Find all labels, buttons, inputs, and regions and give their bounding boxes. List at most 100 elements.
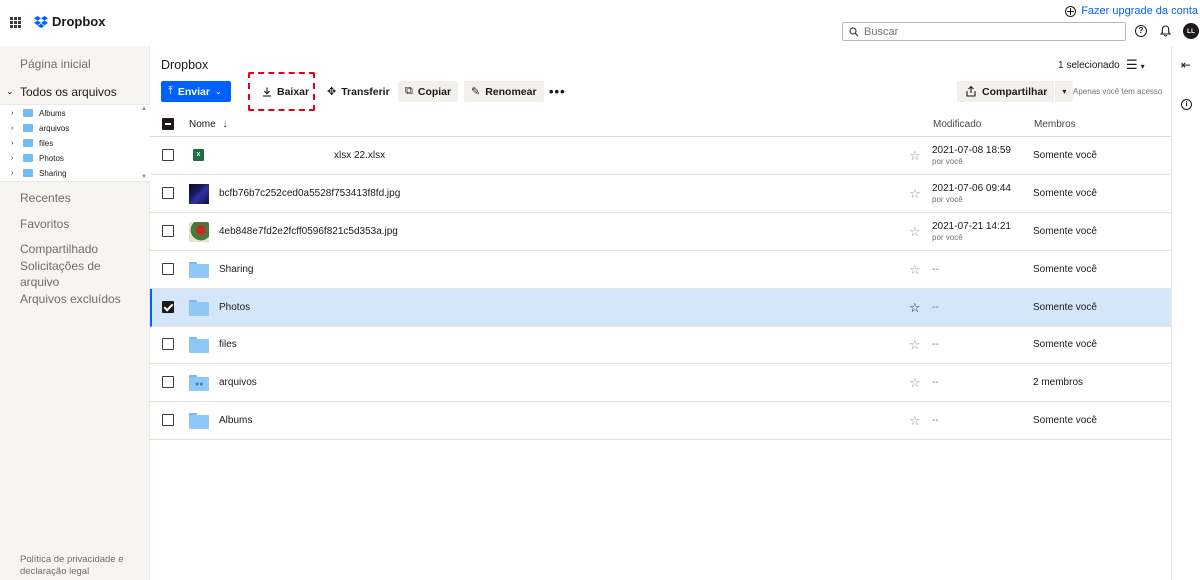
- search-box[interactable]: [842, 22, 1126, 41]
- tree-item-label: Photos: [39, 153, 64, 163]
- modified-date: 2021-07-08 18:59: [932, 145, 1011, 156]
- view-toggle[interactable]: ☰ ▾: [1126, 57, 1145, 73]
- chevron-right-icon[interactable]: ›: [11, 155, 17, 162]
- nav-all-files[interactable]: Todos os arquivos: [20, 85, 117, 99]
- table-row[interactable]: ●● arquivos ☆ -- 2 membros: [150, 364, 1171, 402]
- move-button[interactable]: ✥ Transferir: [320, 81, 397, 102]
- nav-home[interactable]: Página inicial: [20, 57, 91, 71]
- sort-arrow-icon: ↓: [222, 119, 228, 130]
- file-name[interactable]: 4eb848e7fd2e2fcff0596f821c5d353a.jpg: [219, 226, 398, 237]
- more-options-button[interactable]: •••: [549, 84, 566, 99]
- file-name[interactable]: Photos: [219, 302, 250, 313]
- modified-date: 2021-07-06 09:44: [932, 183, 1011, 194]
- breadcrumb[interactable]: Dropbox: [161, 58, 208, 72]
- modified-cell: --: [932, 339, 939, 350]
- tree-item-arquivos[interactable]: › arquivos: [11, 122, 69, 134]
- row-checkbox[interactable]: [162, 338, 174, 350]
- star-icon[interactable]: ☆: [909, 148, 921, 164]
- members-cell: Somente você: [1033, 226, 1097, 237]
- dropbox-logo[interactable]: Dropbox: [34, 14, 105, 29]
- upload-button[interactable]: ⤒ Enviar ⌄: [161, 81, 231, 102]
- chevron-down-icon: ⌄: [214, 87, 222, 96]
- folder-icon: [189, 413, 209, 429]
- tree-item-photos[interactable]: › Photos: [11, 152, 64, 164]
- rename-button[interactable]: ✎ Renomear: [464, 81, 544, 102]
- row-checkbox[interactable]: [162, 149, 174, 161]
- file-name[interactable]: files: [219, 339, 237, 350]
- column-name[interactable]: Nome ↓: [189, 119, 227, 130]
- help-icon[interactable]: ?: [1135, 25, 1147, 37]
- star-icon[interactable]: ☆: [909, 186, 921, 202]
- row-checkbox[interactable]: [162, 187, 174, 199]
- file-name[interactable]: Albums: [219, 415, 252, 426]
- modified-cell: --: [932, 302, 939, 313]
- star-icon[interactable]: ☆: [909, 262, 921, 278]
- upgrade-link[interactable]: Fazer upgrade da conta: [1065, 5, 1198, 17]
- bell-icon[interactable]: [1160, 25, 1171, 37]
- table-row[interactable]: x xlsx 22.xlsx ☆ 2021-07-08 18:59 por vo…: [150, 137, 1171, 175]
- table-row[interactable]: Albums ☆ -- Somente você: [150, 402, 1171, 440]
- row-checkbox[interactable]: [162, 376, 174, 388]
- star-icon[interactable]: ☆: [909, 375, 921, 391]
- file-name[interactable]: bcfb76b7c252ced0a5528f753413f8fd.jpg: [219, 188, 400, 199]
- star-icon[interactable]: ☆: [909, 413, 921, 429]
- share-dropdown-button[interactable]: ▾: [1055, 81, 1074, 102]
- chevron-right-icon[interactable]: ›: [11, 170, 17, 177]
- tree-item-albums[interactable]: › Albums: [11, 107, 66, 119]
- star-icon[interactable]: ☆: [909, 224, 921, 240]
- table-row[interactable]: files ☆ -- Somente você: [150, 326, 1171, 364]
- table-row-selected[interactable]: Photos ☆ -- Somente você: [150, 289, 1171, 327]
- chevron-down-icon[interactable]: ⌄: [6, 86, 14, 97]
- rename-label: Renomear: [485, 85, 537, 98]
- star-icon[interactable]: ☆: [909, 300, 921, 316]
- modified-cell: --: [932, 264, 939, 275]
- scroll-up-icon[interactable]: ▲: [141, 106, 147, 112]
- scroll-down-icon[interactable]: ▼: [141, 174, 147, 180]
- table-row[interactable]: 4eb848e7fd2e2fcff0596f821c5d353a.jpg ☆ 2…: [150, 213, 1171, 251]
- table-row[interactable]: Sharing ☆ -- Somente você: [150, 251, 1171, 289]
- star-icon[interactable]: ☆: [909, 337, 921, 353]
- privacy-link[interactable]: Política de privacidade e declaração leg…: [20, 554, 140, 578]
- avatar[interactable]: LL: [1183, 23, 1199, 39]
- modified-date: 2021-07-21 14:21: [932, 221, 1011, 232]
- column-members[interactable]: Membros: [1034, 119, 1076, 130]
- search-input[interactable]: [864, 25, 1104, 38]
- row-checkbox[interactable]: [162, 414, 174, 426]
- row-checkbox[interactable]: [162, 263, 174, 275]
- folder-icon: [23, 154, 33, 162]
- copy-icon: ⧉: [405, 85, 413, 97]
- upload-icon: ⤒: [168, 85, 173, 97]
- plus-circle-icon: [1065, 5, 1077, 17]
- collapse-panel-icon[interactable]: ⇤: [1181, 58, 1191, 72]
- nav-recent[interactable]: Recentes: [20, 191, 71, 205]
- column-modified[interactable]: Modificado: [933, 119, 981, 130]
- row-checkbox[interactable]: [162, 225, 174, 237]
- column-name-label: Nome: [189, 119, 216, 130]
- tree-item-files[interactable]: › files: [11, 137, 53, 149]
- pencil-icon: ✎: [471, 86, 481, 98]
- file-name[interactable]: xlsx 22.xlsx: [334, 150, 385, 161]
- chevron-right-icon[interactable]: ›: [11, 110, 17, 117]
- file-name[interactable]: arquivos: [219, 377, 257, 388]
- nav-deleted-files[interactable]: Arquivos excluídos: [20, 292, 121, 306]
- chevron-down-icon: ▾: [1140, 62, 1145, 71]
- upgrade-label: Fazer upgrade da conta: [1081, 5, 1198, 17]
- copy-button[interactable]: ⧉ Copiar: [398, 81, 459, 102]
- app-grid-icon[interactable]: [10, 17, 21, 28]
- share-button[interactable]: Compartilhar: [957, 81, 1056, 102]
- chevron-right-icon[interactable]: ›: [11, 140, 17, 147]
- tree-item-sharing[interactable]: › Sharing: [11, 167, 67, 179]
- table-row[interactable]: bcfb76b7c252ced0a5528f753413f8fd.jpg ☆ 2…: [150, 175, 1171, 213]
- nav-favorites[interactable]: Favoritos: [20, 217, 69, 231]
- image-thumbnail: [189, 222, 209, 242]
- modified-cell: 2021-07-21 14:21 por você: [932, 221, 1011, 243]
- row-checkbox-checked[interactable]: [162, 301, 174, 313]
- nav-shared[interactable]: Compartilhado: [20, 242, 98, 256]
- nav-file-requests[interactable]: Solicitações de arquivo: [20, 258, 130, 290]
- members-cell: Somente você: [1033, 188, 1097, 199]
- tree-item-label: Sharing: [39, 168, 67, 178]
- select-all-checkbox[interactable]: [162, 118, 174, 130]
- info-icon[interactable]: i: [1181, 99, 1192, 110]
- file-name[interactable]: Sharing: [219, 264, 253, 275]
- chevron-right-icon[interactable]: ›: [11, 125, 17, 132]
